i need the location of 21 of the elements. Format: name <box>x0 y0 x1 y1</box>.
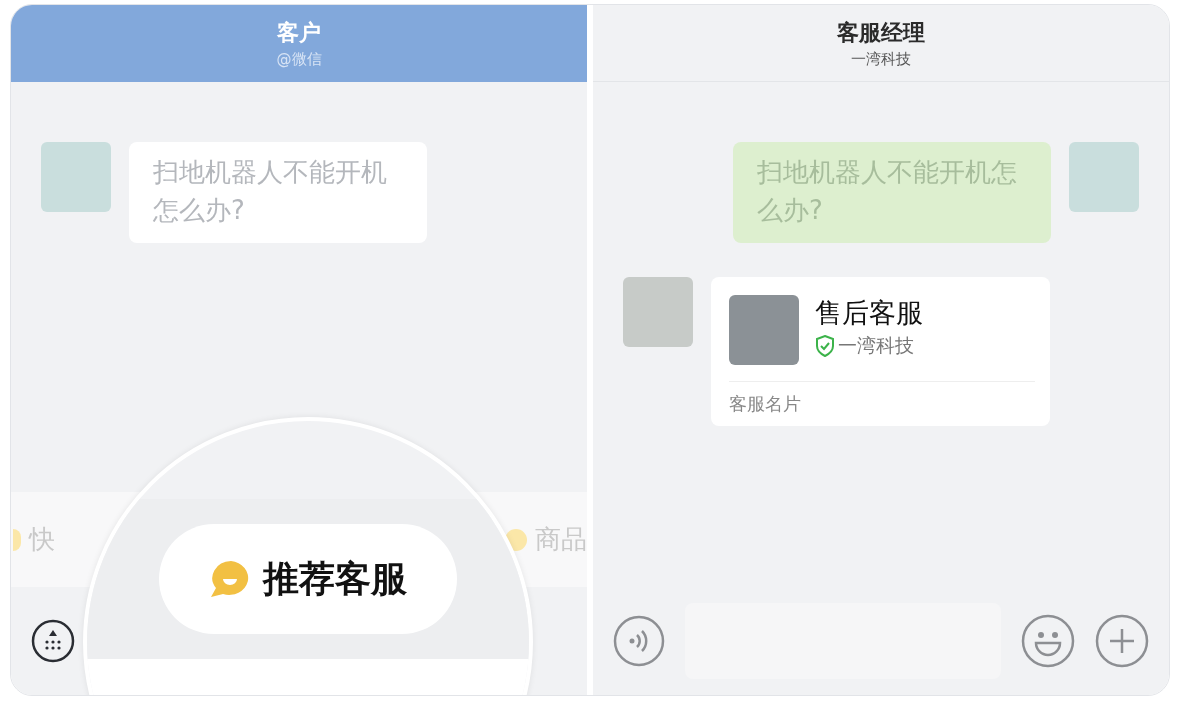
message-bubble: 扫地机器人不能开机怎么办? <box>129 142 427 243</box>
quick-reply-icon <box>505 528 527 551</box>
emoji-icon[interactable] <box>1021 614 1075 668</box>
photo-placeholder <box>729 295 799 365</box>
contact-card[interactable]: 售后客服 一湾科技 客服名片 <box>711 277 1050 426</box>
avatar-photo <box>623 277 693 347</box>
menu-icon[interactable] <box>31 619 75 663</box>
voice-icon[interactable] <box>613 615 665 667</box>
avatar-photo <box>41 142 111 212</box>
panel-subtitle: @微信 <box>276 50 322 69</box>
plus-icon[interactable] <box>1095 614 1149 668</box>
panel-subtitle: 一湾科技 <box>851 49 911 69</box>
card-label: 客服名片 <box>729 392 802 416</box>
quick-reply-icon <box>13 528 21 551</box>
avatar-photo <box>1069 142 1139 212</box>
company-name: 一湾科技 <box>838 333 914 358</box>
panel-title: 客服经理 <box>837 18 925 47</box>
chat-bubble-icon <box>209 559 251 599</box>
panel-title: 客户 <box>277 19 321 47</box>
recommend-agent-button[interactable]: 推荐客服 <box>159 524 457 634</box>
card-title: 售后客服 <box>815 296 923 330</box>
